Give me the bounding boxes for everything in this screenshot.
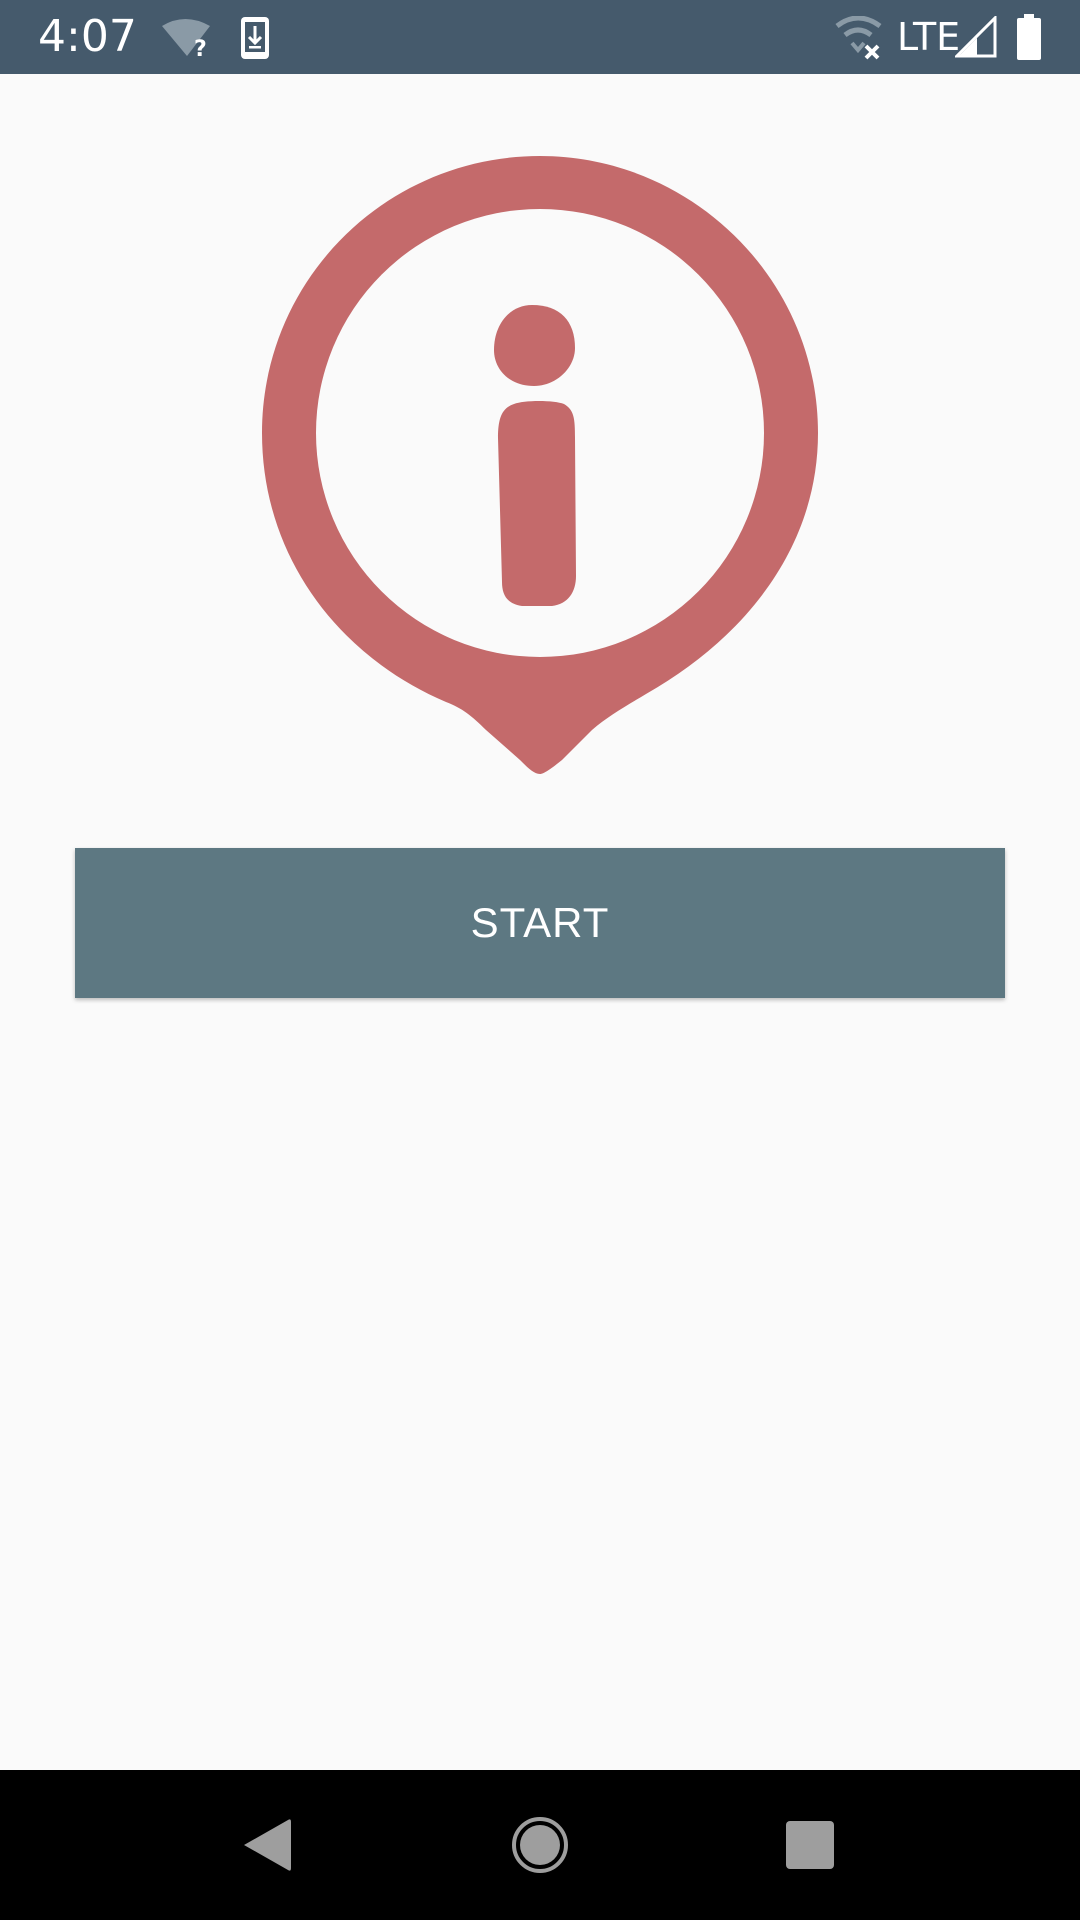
svg-text:?: ? [194,37,207,58]
navigation-bar [0,1770,1080,1920]
start-button[interactable]: START [75,848,1005,998]
info-pin-icon [262,156,818,774]
main-content: START [0,74,1080,1770]
status-time: 4:07 [38,11,137,62]
signal-icon [955,16,997,58]
back-icon[interactable] [197,1770,337,1920]
download-icon [241,17,269,59]
home-icon[interactable] [470,1770,610,1920]
status-bar: 4:07 ? LTE [0,0,1080,74]
wifi-unknown-icon: ? [162,19,210,58]
network-type-label: LTE [897,15,961,59]
recents-icon[interactable] [740,1770,880,1920]
wifi-off-icon [835,16,882,60]
battery-icon [1017,14,1041,60]
